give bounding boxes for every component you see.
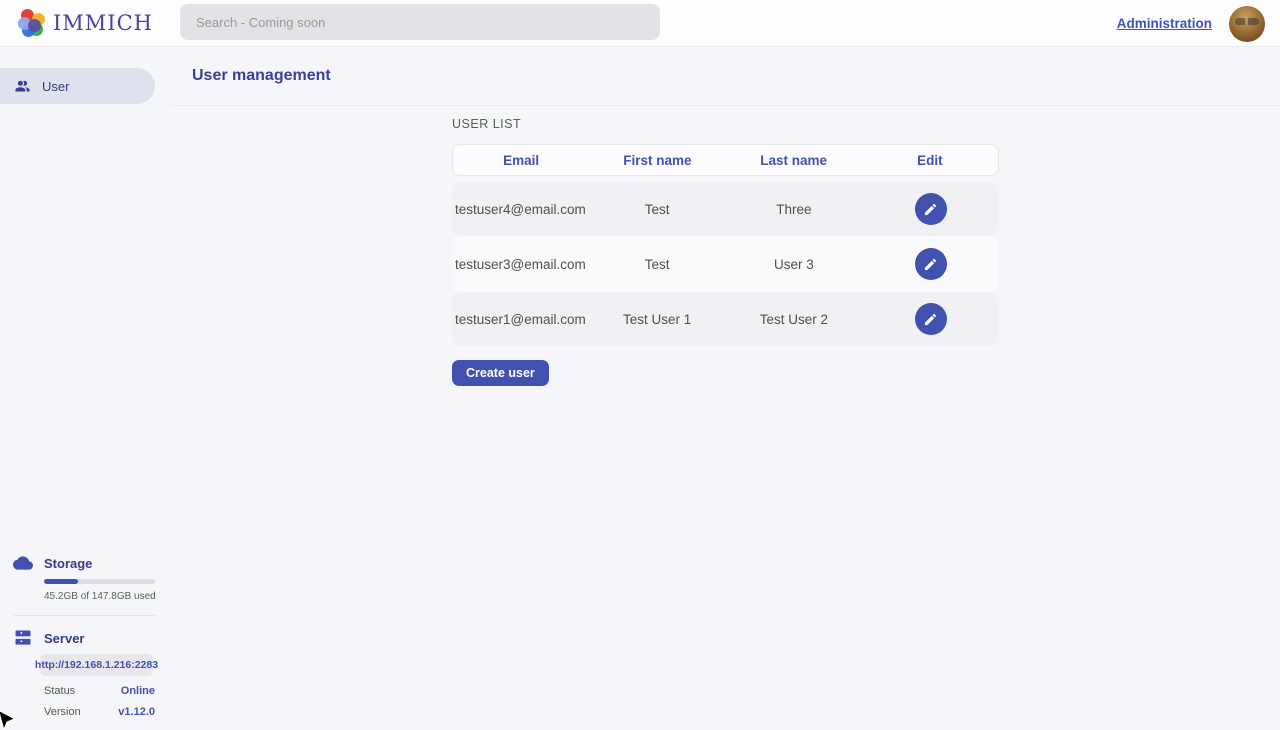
- page-header: User management: [171, 47, 1280, 106]
- server-widget-header: Server: [0, 628, 171, 648]
- avatar[interactable]: [1229, 6, 1265, 42]
- storage-usage-text: 45.2GB of 147.8GB used: [44, 591, 171, 602]
- sidebar-divider: [14, 615, 155, 616]
- column-header-email: Email: [453, 153, 589, 168]
- cell-email: testuser4@email.com: [452, 202, 589, 217]
- page-title: User management: [192, 67, 331, 85]
- cell-last-name: Three: [726, 202, 863, 217]
- cell-first-name: Test: [589, 257, 726, 272]
- status-value: Online: [121, 685, 155, 697]
- users-icon: [14, 78, 31, 95]
- admin-sidebar: User Storage 45.2GB of 147.8GB used Serv…: [0, 47, 171, 730]
- sidebar-status-panel: Storage 45.2GB of 147.8GB used Server ht…: [0, 553, 171, 730]
- sidebar-item-label: User: [42, 79, 69, 94]
- cell-first-name: Test User 1: [589, 312, 726, 327]
- create-user-button[interactable]: Create user: [452, 360, 549, 386]
- server-version-row: Version v1.12.0: [44, 706, 155, 718]
- edit-user-button[interactable]: [915, 303, 947, 335]
- status-label: Status: [44, 685, 75, 697]
- storage-progress-fill: [44, 579, 78, 584]
- pencil-icon: [923, 202, 938, 217]
- user-table: Email First name Last name Edit testuser…: [452, 144, 999, 346]
- edit-user-button[interactable]: [915, 193, 947, 225]
- pencil-icon: [923, 257, 938, 272]
- sidebar-item-user[interactable]: User: [0, 68, 155, 104]
- app-brand: IMMICH: [18, 7, 153, 39]
- cell-first-name: Test: [589, 202, 726, 217]
- pencil-icon: [923, 312, 938, 327]
- storage-title: Storage: [44, 556, 92, 571]
- section-title: USER LIST: [452, 117, 1280, 131]
- administration-link[interactable]: Administration: [1117, 16, 1212, 31]
- top-bar: IMMICH Administration: [0, 0, 1280, 47]
- table-row: testuser4@email.com Test Three: [452, 182, 999, 236]
- topbar-right: Administration: [1117, 0, 1265, 47]
- cell-email: testuser3@email.com: [452, 257, 589, 272]
- app-title: IMMICH: [53, 11, 153, 35]
- cell-email: testuser1@email.com: [452, 312, 589, 327]
- table-header-row: Email First name Last name Edit: [452, 144, 999, 176]
- cloud-icon: [13, 553, 33, 573]
- storage-widget-header: Storage: [0, 553, 171, 573]
- edit-user-button[interactable]: [915, 248, 947, 280]
- user-list-section: USER LIST Email First name Last name Edi…: [171, 106, 1280, 386]
- storage-progress-bar: [44, 579, 155, 584]
- version-value: v1.12.0: [118, 706, 155, 718]
- table-row: testuser3@email.com Test User 3: [452, 237, 999, 291]
- cell-last-name: User 3: [726, 257, 863, 272]
- server-url-badge: http://192.168.1.216:2283: [40, 654, 153, 676]
- column-header-last-name: Last name: [726, 153, 862, 168]
- main-content: User management USER LIST Email First na…: [171, 47, 1280, 730]
- column-header-first-name: First name: [589, 153, 725, 168]
- server-status-row: Status Online: [44, 685, 155, 697]
- cell-last-name: Test User 2: [726, 312, 863, 327]
- app-shell: User Storage 45.2GB of 147.8GB used Serv…: [0, 47, 1280, 730]
- table-row: testuser1@email.com Test User 1 Test Use…: [452, 292, 999, 346]
- column-header-edit: Edit: [862, 153, 998, 168]
- version-label: Version: [44, 706, 81, 718]
- immich-logo-icon: [18, 9, 46, 37]
- server-title: Server: [44, 631, 84, 646]
- search-input[interactable]: [180, 4, 660, 40]
- server-icon: [13, 628, 33, 648]
